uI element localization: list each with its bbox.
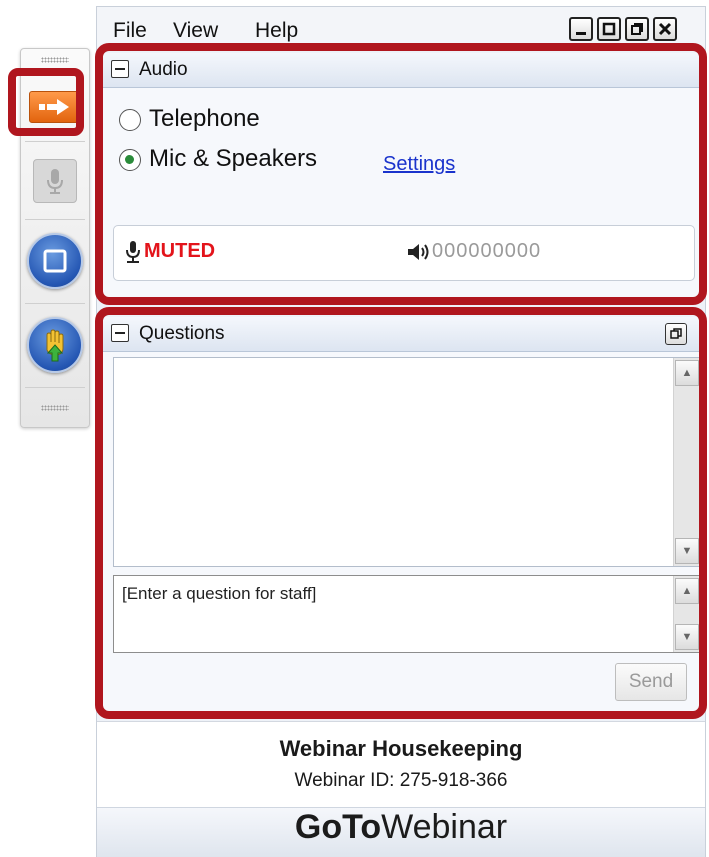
highlight-frame-audio <box>95 43 707 305</box>
brand-logo-webinar: Webinar <box>381 808 508 846</box>
toolbar-separator <box>25 141 85 142</box>
hand-icon <box>46 329 64 362</box>
brand-logo-goto: GoTo <box>294 808 382 846</box>
gotowebinar-control-panel: File View Help Audio Telephone Mic & Spe… <box>95 6 707 857</box>
screen-button[interactable] <box>27 233 83 289</box>
toolbar-separator <box>25 387 85 388</box>
toolbar-grip-top[interactable] <box>41 57 69 63</box>
brand-bar: GoToWebinar <box>97 807 705 857</box>
maximize-icon <box>602 22 616 36</box>
microphone-button[interactable] <box>33 159 77 203</box>
minimize-icon <box>576 32 586 35</box>
webinar-info: Webinar Housekeeping Webinar ID: 275-918… <box>97 721 705 808</box>
raise-hand-button[interactable] <box>27 317 83 373</box>
menu-help[interactable]: Help <box>255 19 298 43</box>
screen-icon <box>43 249 67 273</box>
close-icon <box>658 22 672 36</box>
webinar-id: Webinar ID: 275-918-366 <box>294 770 508 791</box>
close-button[interactable] <box>653 17 677 41</box>
maximize-button[interactable] <box>597 17 621 41</box>
minimize-button[interactable] <box>569 17 593 41</box>
microphone-icon <box>47 169 63 194</box>
toolbar-separator <box>25 219 85 220</box>
highlight-frame-toolbar <box>8 68 84 136</box>
menu-file[interactable]: File <box>113 19 147 43</box>
highlight-frame-questions <box>95 307 707 719</box>
toolbar-grip-bottom[interactable] <box>41 405 69 411</box>
restore-button[interactable] <box>625 17 649 41</box>
webinar-title: Webinar Housekeeping <box>279 736 523 761</box>
restore-icon <box>631 23 643 35</box>
toolbar-separator <box>25 303 85 304</box>
menu-view[interactable]: View <box>173 19 218 43</box>
